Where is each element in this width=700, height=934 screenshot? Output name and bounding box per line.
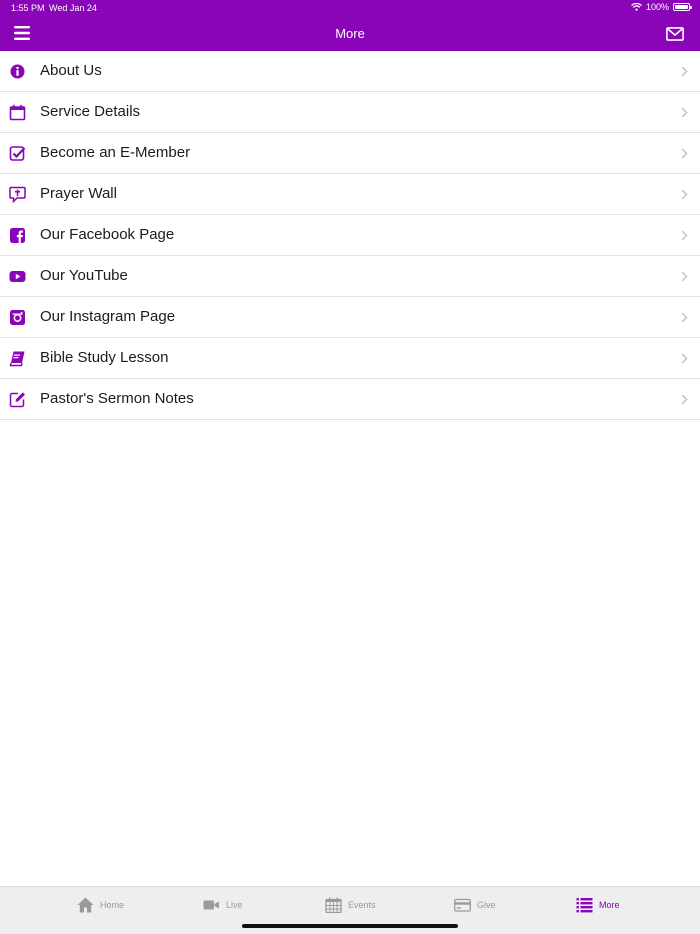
tab-label: More bbox=[599, 900, 620, 910]
battery-percent: 100% bbox=[645, 2, 669, 12]
status-right: 100% bbox=[631, 2, 692, 12]
menu-item-bible-study-lesson[interactable]: Bible Study Lesson bbox=[0, 338, 700, 379]
battery-icon bbox=[673, 3, 692, 11]
video-camera-icon bbox=[203, 900, 219, 910]
chevron-right-icon bbox=[681, 189, 688, 200]
more-menu-list: About Us Service Details Become an E-Mem… bbox=[0, 51, 700, 420]
tab-events[interactable]: Events bbox=[325, 897, 376, 913]
menu-item-label: Our YouTube bbox=[40, 267, 128, 284]
checkbox-icon bbox=[9, 146, 26, 161]
tab-more[interactable]: More bbox=[576, 897, 620, 913]
status-date: Wed Jan 24 bbox=[49, 3, 97, 13]
page-title: More bbox=[335, 26, 365, 41]
chevron-right-icon bbox=[681, 353, 688, 364]
tab-label: Live bbox=[226, 900, 243, 910]
chevron-right-icon bbox=[681, 66, 688, 77]
tab-label: Give bbox=[477, 900, 496, 910]
menu-item-prayer-wall[interactable]: Prayer Wall bbox=[0, 174, 700, 215]
tab-give[interactable]: Give bbox=[454, 897, 496, 913]
menu-item-instagram-page[interactable]: Our Instagram Page bbox=[0, 297, 700, 338]
status-bar: 1:55 PM Wed Jan 24 100% bbox=[0, 0, 700, 16]
menu-item-label: About Us bbox=[40, 62, 102, 79]
book-icon bbox=[9, 351, 25, 367]
facebook-icon bbox=[10, 228, 25, 243]
credit-card-icon bbox=[454, 898, 471, 912]
menu-item-service-details[interactable]: Service Details bbox=[0, 92, 700, 133]
wifi-icon bbox=[631, 3, 642, 11]
calendar-icon bbox=[9, 104, 26, 121]
menu-item-label: Our Instagram Page bbox=[40, 308, 176, 325]
edit-note-icon bbox=[9, 392, 25, 408]
prayer-chat-icon bbox=[9, 186, 26, 203]
menu-item-facebook-page[interactable]: Our Facebook Page bbox=[0, 215, 700, 256]
calendar-grid-icon bbox=[325, 897, 342, 913]
envelope-icon[interactable] bbox=[666, 27, 684, 41]
tab-home[interactable]: Home bbox=[77, 897, 124, 913]
menu-item-label: Service Details bbox=[40, 103, 141, 120]
info-circle-icon bbox=[10, 64, 25, 79]
chevron-right-icon bbox=[681, 230, 688, 241]
menu-item-label: Our Facebook Page bbox=[40, 226, 175, 243]
chevron-right-icon bbox=[681, 271, 688, 282]
youtube-icon bbox=[9, 271, 26, 282]
tab-label: Events bbox=[348, 900, 376, 910]
menu-item-about-us[interactable]: About Us bbox=[0, 51, 700, 92]
chevron-right-icon bbox=[681, 394, 688, 405]
tab-live[interactable]: Live bbox=[203, 897, 243, 913]
home-indicator[interactable] bbox=[242, 924, 458, 928]
menu-item-label: Prayer Wall bbox=[40, 185, 117, 202]
chevron-right-icon bbox=[681, 148, 688, 159]
home-icon bbox=[77, 897, 94, 913]
nav-bar: More bbox=[0, 16, 700, 51]
menu-item-label: Become an E-Member bbox=[40, 144, 191, 161]
chevron-right-icon bbox=[681, 312, 688, 323]
status-time: 1:55 PM bbox=[11, 3, 45, 13]
instagram-icon bbox=[10, 310, 25, 325]
chevron-right-icon bbox=[681, 107, 688, 118]
menu-item-become-e-member[interactable]: Become an E-Member bbox=[0, 133, 700, 174]
menu-item-label: Pastor's Sermon Notes bbox=[40, 390, 194, 407]
menu-item-youtube[interactable]: Our YouTube bbox=[0, 256, 700, 297]
menu-item-label: Bible Study Lesson bbox=[40, 349, 169, 366]
tab-label: Home bbox=[100, 900, 125, 910]
list-icon bbox=[576, 898, 593, 913]
menu-item-pastors-sermon-notes[interactable]: Pastor's Sermon Notes bbox=[0, 379, 700, 420]
